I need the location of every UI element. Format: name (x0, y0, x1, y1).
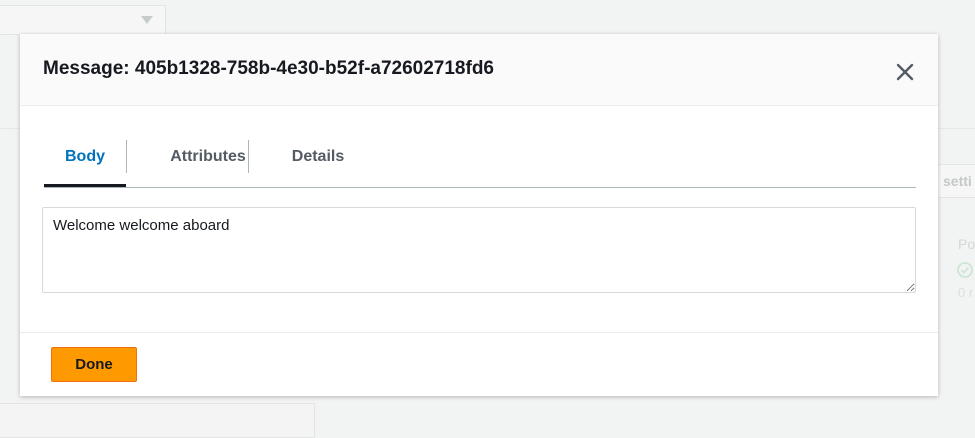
message-body-textarea[interactable]: Welcome welcome aboard (42, 207, 916, 293)
check-circle-icon (957, 262, 973, 278)
tab-bar: Body Attributes Details (44, 139, 916, 188)
tab-details[interactable]: Details (270, 139, 366, 187)
modal-title: Message: 405b1328-758b-4e30-b52f-a726027… (43, 58, 494, 79)
tab-body[interactable]: Body (44, 139, 126, 187)
background-count-text: 0 r (958, 285, 974, 300)
modal-header: Message: 405b1328-758b-4e30-b52f-a726027… (20, 34, 938, 106)
background-dropdown (0, 5, 166, 35)
close-button[interactable] (893, 60, 917, 84)
message-modal: Message: 405b1328-758b-4e30-b52f-a726027… (20, 34, 938, 396)
done-button[interactable]: Done (51, 347, 137, 382)
background-panel (0, 403, 315, 438)
tab-divider (126, 140, 127, 173)
background-policy-label: Po (958, 236, 975, 252)
chevron-down-icon (141, 16, 153, 24)
modal-footer: Done (20, 332, 938, 396)
tab-divider (248, 140, 249, 173)
close-icon (896, 63, 914, 81)
tab-attributes[interactable]: Attributes (148, 139, 268, 187)
